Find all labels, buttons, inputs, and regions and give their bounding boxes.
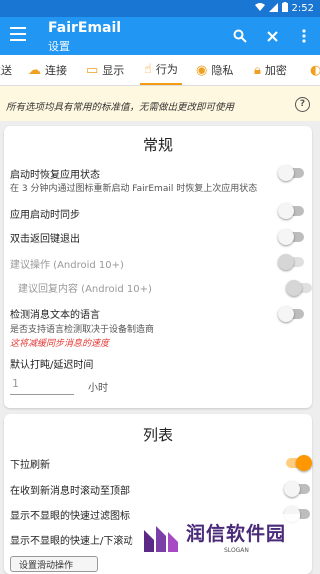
menu-icon[interactable]	[10, 27, 26, 41]
watermark-mark-icon	[140, 524, 180, 556]
suggest-reply-switch[interactable]	[286, 280, 312, 296]
quick-scroll-label: 显示不显眼的快速上/下滚动	[10, 536, 134, 547]
battery-icon	[281, 2, 288, 15]
signal-icon	[268, 2, 278, 15]
hint-text: 所有选项均具有常用的标准值，无需做出更改即可使用	[6, 102, 235, 113]
detect-language-warning: 这将减缓同步消息的速度	[10, 339, 110, 349]
wifi-icon	[254, 3, 265, 14]
tab-connection[interactable]: ☁ 连接	[28, 55, 67, 85]
default-snooze-input[interactable]: 1	[10, 374, 74, 395]
watermark-text: 润信软件园	[186, 523, 287, 545]
status-bar: 2:52	[0, 0, 320, 17]
swipe-actions-label: 设置滑动操作	[19, 561, 74, 571]
tab-behavior[interactable]: ☝ 行为	[140, 55, 182, 85]
section-title: 列表	[142, 426, 173, 444]
pull-refresh-label: 下拉刷新	[10, 460, 50, 471]
scroll-top-switch[interactable]	[284, 481, 310, 497]
tab-send[interactable]: 发送	[0, 55, 12, 85]
status-time: 2:52	[291, 3, 314, 14]
overflow-menu-icon[interactable]	[288, 25, 320, 47]
restore-state-switch[interactable]	[278, 165, 304, 181]
sync-on-launch-switch[interactable]	[278, 203, 304, 219]
app-bar: FairEmail 设置	[0, 17, 320, 55]
hand-icon: ☝	[144, 61, 152, 77]
section-title: 常规	[142, 136, 173, 154]
eye-icon: ◉	[196, 62, 208, 78]
watermark-logo: 润信软件园 SLOGAN	[132, 514, 300, 562]
suggest-actions-switch[interactable]	[278, 254, 304, 270]
tab-privacy[interactable]: ◉ 隐私	[196, 55, 233, 85]
tab-more[interactable]: ◐	[310, 55, 320, 85]
tab-label: 发送	[0, 64, 12, 77]
restore-state-label: 启动时恢复应用状态	[10, 170, 100, 181]
watermark-slogan: SLOGAN	[224, 547, 249, 554]
tab-label: 隐私	[211, 64, 234, 77]
scroll-top-label: 在收到新消息时滚动至顶部	[10, 486, 130, 497]
tab-label: 行为	[155, 63, 178, 76]
restore-state-desc: 在 3 分钟内通过图标重新启动 FairEmail 时恢复上次应用状态	[10, 184, 258, 194]
pull-refresh-switch[interactable]	[286, 455, 312, 471]
detect-language-desc: 是否支持语言检测取决于设备制造商	[10, 325, 155, 335]
swipe-actions-button[interactable]: 设置滑动操作	[10, 556, 98, 572]
lock-icon: 🔒︎	[254, 62, 261, 78]
double-back-switch[interactable]	[278, 229, 304, 245]
detect-language-label: 检测消息文本的语言	[10, 310, 100, 321]
close-icon[interactable]	[256, 25, 288, 47]
partial-tab-icon: ◐	[310, 62, 320, 78]
tab-display[interactable]: ▭ 显示	[86, 55, 124, 85]
search-icon[interactable]	[224, 25, 256, 47]
defaults-hint: 所有选项均具有常用的标准值，无需做出更改即可使用 ?	[0, 86, 320, 121]
double-back-label: 双击返回键退出	[10, 234, 80, 245]
quick-filter-label: 显示不显眼的快速过滤图标	[10, 511, 130, 522]
default-snooze-label: 默认打盹/延迟时间	[10, 360, 94, 371]
app-title: FairEmail	[48, 20, 122, 36]
default-snooze-unit: 小时	[88, 383, 108, 394]
cloud-icon: ☁	[28, 62, 41, 78]
tab-label: 连接	[45, 64, 67, 77]
sync-on-launch-label: 应用启动时同步	[10, 210, 80, 221]
tab-label: 加密	[264, 64, 287, 77]
suggest-reply-label: 建议回复内容 (Android 10+)	[18, 284, 152, 295]
general-section: 常规 启动时恢复应用状态 在 3 分钟内通过图标重新启动 FairEmail 时…	[4, 126, 312, 408]
detect-language-switch[interactable]	[278, 306, 304, 322]
settings-tabs: 发送 ☁ 连接 ▭ 显示 ☝ 行为 ◉ 隐私 🔒︎ 加密 ◐	[0, 55, 320, 86]
app-subtitle: 设置	[48, 40, 70, 53]
tab-encryption[interactable]: 🔒︎ 加密	[254, 55, 287, 85]
monitor-icon: ▭	[86, 62, 99, 78]
tab-label: 显示	[102, 64, 125, 77]
help-icon[interactable]: ?	[295, 97, 310, 112]
suggest-actions-label: 建议操作 (Android 10+)	[10, 260, 124, 271]
